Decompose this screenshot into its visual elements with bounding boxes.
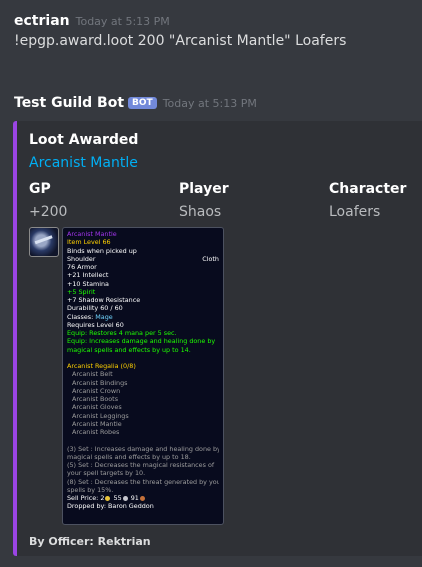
author-name[interactable]: ectrian [14, 13, 70, 29]
set-item: Arcanist Robes [72, 428, 120, 436]
set-item: Arcanist Bindings [72, 378, 128, 387]
dropped-label: Dropped by: [67, 502, 106, 511]
field-character-name: Character [329, 181, 407, 197]
set-item: Arcanist Gloves [72, 403, 122, 412]
loot-embed: Loot Awarded Arcanist Mantle GP +200 Pla… [13, 121, 422, 556]
set-bonus-3-cont: magical spells and effects by up to 18. [67, 452, 191, 461]
item-level: Item Level 66 [67, 238, 111, 247]
embed-title: Loot Awarded [29, 132, 139, 148]
timestamp: Today at 5:13 PM [75, 15, 170, 28]
field-gp-name: GP [29, 181, 51, 197]
item-name: Arcanist Mantle [67, 230, 117, 238]
embed-footer: By Officer: Rektrian [29, 535, 151, 548]
field-gp-value: +200 [29, 204, 68, 220]
equip-damage-text-2: magical spells and effects by up to 14. [67, 345, 191, 354]
copper-coin-icon [139, 495, 145, 501]
mantle-shoulder-icon [29, 227, 59, 257]
gold-coin-icon [105, 495, 111, 501]
dropped-by-row: Dropped by: Baron Geddon [67, 502, 219, 510]
set-item: Arcanist Belt [72, 370, 113, 379]
sell-copper: 91 [130, 494, 139, 502]
timestamp: Today at 5:13 PM [162, 97, 257, 110]
classes-value: Mage [95, 312, 113, 321]
set-bonus-5: (5) Set : Decreases the magical resistan… [67, 461, 215, 469]
set-bonus-8-cont: spells by 15%. [67, 485, 114, 494]
field-character-value: Loafers [329, 204, 381, 220]
classes-label: Classes: [67, 312, 94, 321]
sell-silver: 55 [113, 494, 122, 502]
set-name: Arcanist Regalia (0/8) [67, 362, 136, 370]
spirit-text: +5 Spirit [67, 287, 96, 296]
classes-row: Classes: Mage [67, 313, 219, 321]
message-ectrian: ectrian Today at 5:13 PM !epgp.award.loot… [14, 10, 414, 49]
shadow-res-text: +7 Shadow Resistance [67, 296, 141, 304]
durability-text: Durability 60 / 60 [67, 304, 123, 313]
dropped-value: Baron Geddon [108, 502, 154, 511]
author-name[interactable]: Test Guild Bot [14, 95, 124, 111]
item-tooltip: Arcanist Mantle Item Level 66 Binds when… [62, 227, 224, 525]
sell-price-row: Sell Price: 2 55 91 [67, 494, 219, 502]
sell-price-label: Sell Price: [67, 494, 99, 502]
armor-type-text: Cloth [202, 254, 219, 263]
sell-gold: 2 [100, 494, 105, 502]
set-bonus-3: (3) Set : Increases damage and healing d… [67, 444, 219, 453]
field-player-value: Shaos [179, 204, 222, 220]
equip-damage-text: Equip: Increases damage and healing done… [67, 337, 216, 346]
message-header: ectrian Today at 5:13 PM [14, 10, 414, 29]
set-bonus-5-cont: your spell targets by 10. [67, 469, 146, 478]
set-item: Arcanist Mantle [72, 419, 122, 428]
equip-mana-text: Equip: Restores 4 mana per 5 sec. [67, 329, 177, 337]
armor-text: 76 Armor [67, 263, 97, 271]
requires-text: Requires Level 60 [67, 320, 124, 329]
binds-text: Binds when picked up [67, 246, 137, 255]
item-tooltip-image[interactable]: Arcanist Mantle Item Level 66 Binds when… [29, 227, 224, 527]
set-bonus-8: (8) Set : Decreases the threat generated… [67, 477, 219, 486]
bot-badge: BOT [128, 97, 157, 109]
stamina-text: +10 Stamina [67, 279, 109, 288]
item-link[interactable]: Arcanist Mantle [29, 155, 138, 171]
set-item: Arcanist Boots [72, 395, 119, 403]
set-item: Arcanist Leggings [72, 411, 129, 420]
slot-row: Shoulder Cloth [67, 255, 219, 263]
field-player-name: Player [179, 181, 229, 197]
slot-text: Shoulder [67, 254, 96, 263]
message-content: !epgp.award.loot 200 "Arcanist Mantle" L… [14, 33, 347, 49]
intellect-text: +21 Intellect [67, 271, 109, 280]
message-bot: Test Guild Bot BOT Today at 5:13 PM [14, 92, 414, 111]
set-item: Arcanist Crown [72, 386, 121, 395]
silver-coin-icon [122, 495, 128, 501]
